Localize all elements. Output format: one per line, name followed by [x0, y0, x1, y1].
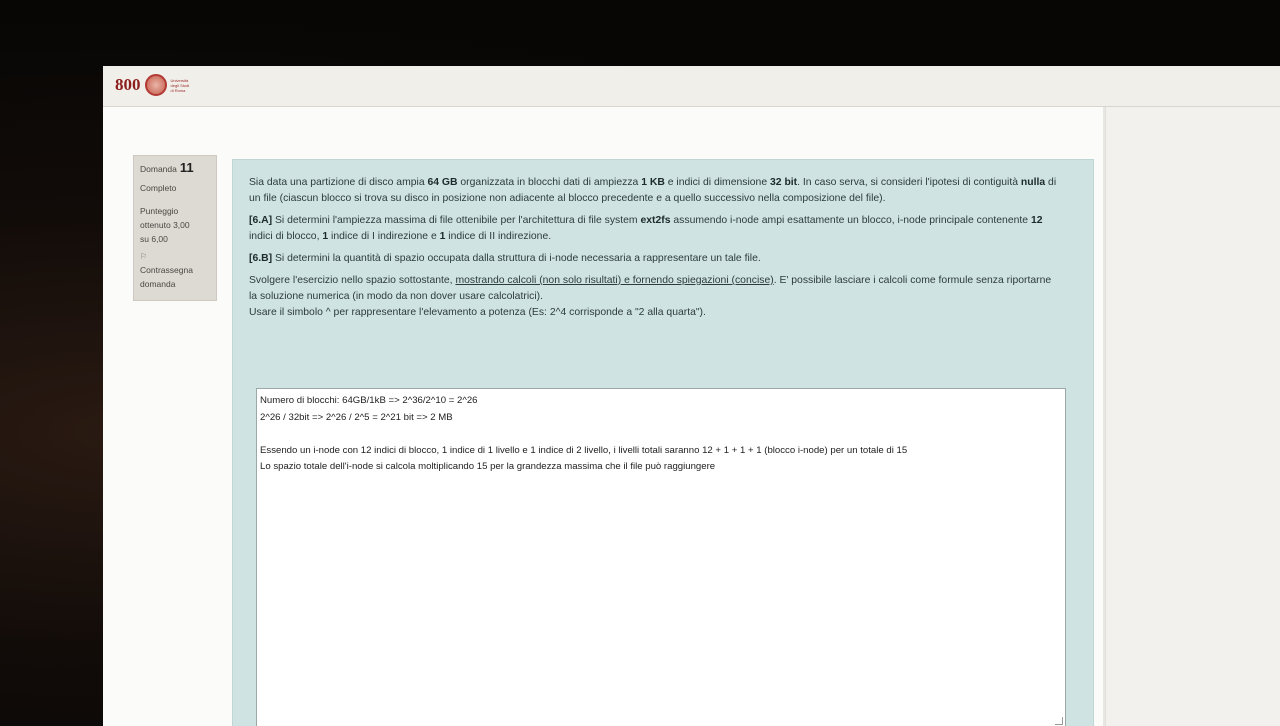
quiz-page: Domanda 11 Completo Punteggio ottenuto 3,… — [103, 107, 1103, 726]
question-text: Sia data una partizione di disco ampia 6… — [249, 175, 1059, 327]
answer-textarea[interactable]: Numero di blocchi: 64GB/1kB => 2^36/2^10… — [256, 388, 1066, 726]
flag-icon[interactable]: ⚐ — [140, 250, 216, 263]
seal-icon — [144, 74, 167, 96]
question-number: 11 — [179, 160, 194, 175]
site-header: 800 Università degli Studi di Roma — [103, 66, 1280, 107]
answer-line: Lo spazio totale dell'i-node si calcola … — [260, 461, 716, 472]
answer-line — [260, 426, 1062, 443]
resize-handle-icon[interactable] — [1055, 717, 1063, 725]
question-part-a: [6.A] Si determini l'ampiezza massima di… — [249, 215, 1043, 242]
answer-line: Numero di blocchi: 64GB/1kB => 2^36/2^10… — [260, 395, 478, 406]
browser-screen: 800 Università degli Studi di Roma Doman… — [103, 66, 1280, 726]
university-logo[interactable]: 800 Università degli Studi di Roma — [115, 74, 199, 96]
flag-question-link[interactable]: Contrassegna domanda — [140, 263, 216, 291]
logo-text: Università degli Studi di Roma — [170, 77, 190, 93]
question-score: Punteggio ottenuto 3,00 su 6,00 — [140, 206, 190, 244]
question-content: Sia data una partizione di disco ampia 6… — [232, 159, 1094, 726]
question-instructions: Svolgere l'esercizio nello spazio sottos… — [249, 275, 1052, 318]
question-status: Completo — [140, 183, 177, 193]
right-sidebar — [1105, 107, 1280, 726]
answer-line: 2^26 / 32bit => 2^26 / 2^5 = 2^21 bit =>… — [260, 411, 453, 423]
question-info-box: Domanda 11 Completo Punteggio ottenuto 3,… — [133, 155, 217, 301]
answer-line: Essendo un i-node con 12 indici di blocc… — [260, 444, 908, 456]
question-intro: Sia data una partizione di disco ampia 6… — [249, 177, 1057, 204]
question-part-b: [6.B] Si determini la quantità di spazio… — [249, 253, 761, 264]
question-label: Domanda — [140, 164, 177, 174]
logo-number: 800 — [115, 75, 141, 94]
